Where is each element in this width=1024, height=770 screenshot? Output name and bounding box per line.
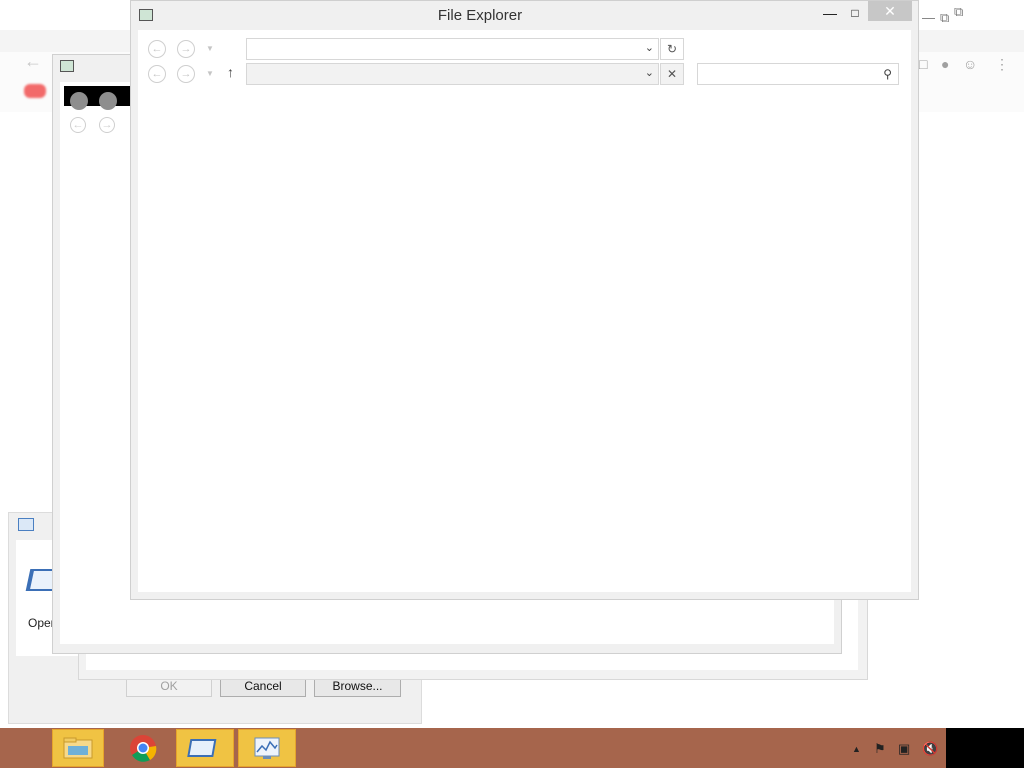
show-hidden-icons-icon[interactable]: ▲	[852, 744, 861, 754]
address-dropdown-icon[interactable]: ⌄	[645, 41, 654, 54]
taskbar-run-dialog[interactable]	[176, 729, 234, 767]
network-icon[interactable]: ▣	[898, 741, 910, 757]
explorer-back-black-strip	[64, 86, 130, 110]
forward-icon[interactable]: →	[177, 40, 195, 58]
background-toolbar-icons: □ ● ☺ ⋮	[915, 56, 1020, 78]
background-close-icon[interactable]: ✕	[984, 10, 995, 26]
taskbar-file-explorer[interactable]	[52, 729, 104, 767]
background-back-icon[interactable]: ←	[24, 51, 42, 72]
recent-locations-icon[interactable]: ▼	[206, 44, 214, 53]
background-caption-buttons: — ⧉ ⧉ ✕	[920, 4, 1024, 30]
background-restore-icon[interactable]: ⧉	[940, 10, 949, 26]
folder-icon	[63, 737, 93, 759]
refresh-icon[interactable]: ↻	[660, 38, 684, 60]
explorer-back-back-icon[interactable]: ←	[70, 117, 86, 133]
taskbar-chrome[interactable]	[114, 729, 172, 767]
background-people-icon[interactable]: ☺	[963, 56, 977, 72]
address-dropdown-icon-2[interactable]: ⌄	[645, 66, 654, 79]
maximize-icon[interactable]: □	[845, 4, 865, 22]
run-icon	[187, 739, 217, 757]
background-menu-icon[interactable]: ⋮	[995, 56, 1009, 73]
forward-circle-icon[interactable]	[99, 92, 117, 110]
search-input[interactable]: ⚲	[697, 63, 899, 85]
taskbar-system-monitor[interactable]	[238, 729, 296, 767]
address-bar[interactable]: ⌄	[246, 38, 659, 60]
background-minimize-icon[interactable]: —	[922, 10, 935, 25]
back-icon[interactable]: ←	[148, 40, 166, 58]
address-bar-2[interactable]: ⌄	[246, 63, 659, 85]
clock-area[interactable]	[946, 728, 1024, 768]
background-favicon-icon	[24, 84, 46, 98]
background-restore-icon-2[interactable]: ⧉	[954, 4, 963, 20]
explorer-client-area	[138, 30, 911, 592]
back-circle-icon[interactable]	[70, 92, 88, 110]
back-icon-2[interactable]: ←	[148, 65, 166, 83]
explorer-back-window-icon	[60, 60, 74, 72]
minimize-icon[interactable]: —	[820, 4, 840, 22]
background-user-icon[interactable]: ●	[941, 56, 949, 72]
stop-icon[interactable]: ✕	[660, 63, 684, 85]
explorer-back-forward-icon[interactable]: →	[99, 117, 115, 133]
recent-locations-icon-2[interactable]: ▼	[206, 69, 214, 78]
window-title: File Explorer	[130, 4, 830, 28]
close-icon[interactable]: ✕	[868, 1, 912, 21]
window-title-text: File Explorer	[437, 7, 523, 24]
up-arrow-icon[interactable]: ↑	[227, 64, 234, 80]
volume-muted-icon[interactable]: 🔇	[922, 741, 938, 757]
background-frame-icon[interactable]: □	[919, 56, 927, 72]
search-icon: ⚲	[883, 67, 892, 81]
monitor-icon	[254, 737, 280, 759]
forward-icon-2[interactable]: →	[177, 65, 195, 83]
run-titlebar-icon	[18, 518, 34, 531]
chrome-icon	[130, 735, 157, 762]
action-center-flag-icon[interactable]: ⚑	[874, 741, 886, 757]
